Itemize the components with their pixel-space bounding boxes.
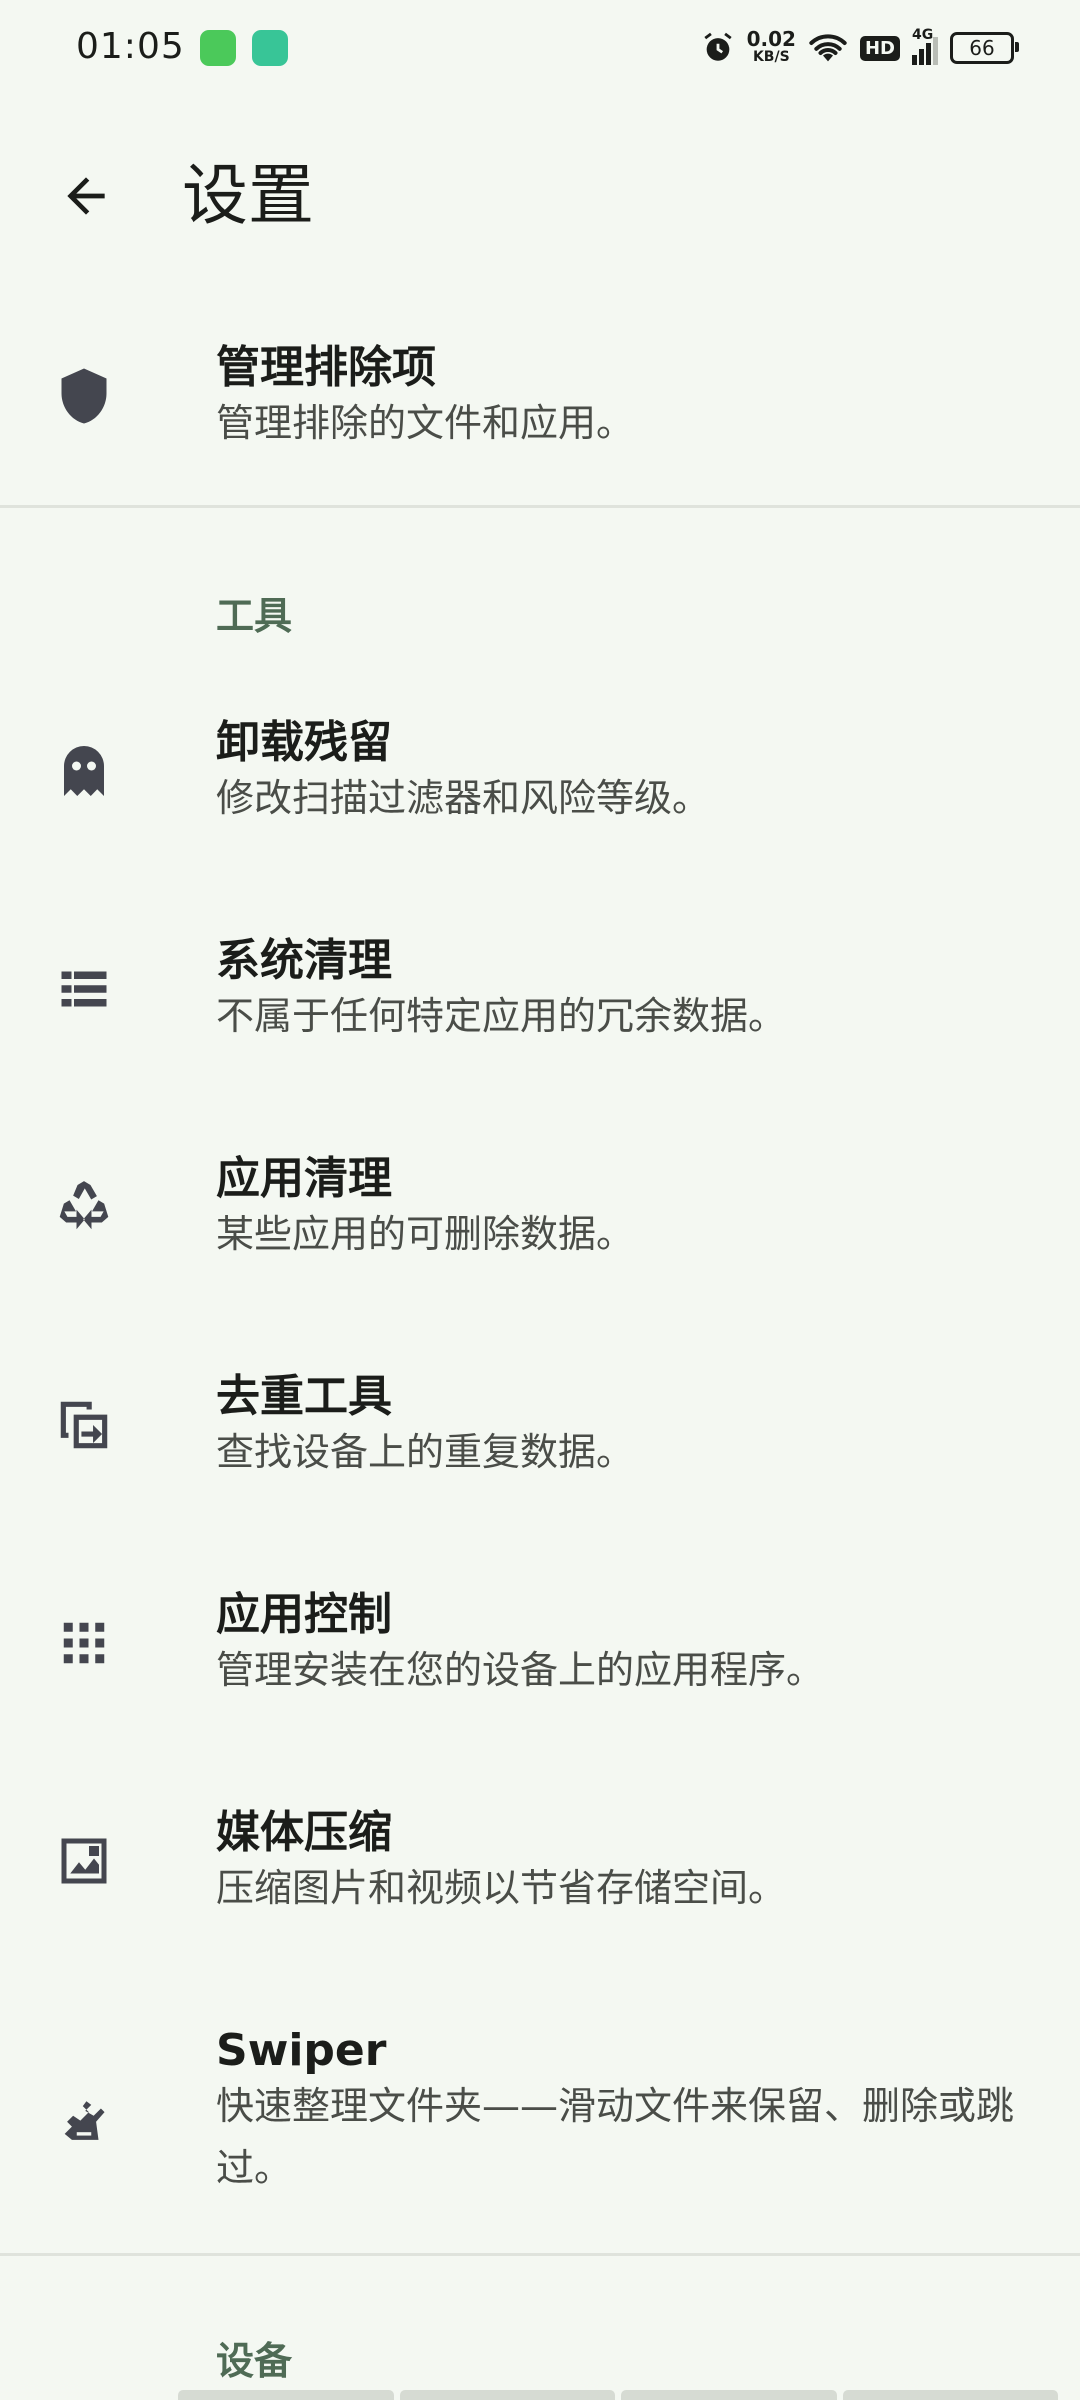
messages-notification-icon <box>200 30 236 66</box>
divider <box>0 2253 1080 2256</box>
page-title: 设置 <box>182 157 314 234</box>
settings-item-corpse-finder[interactable]: 卸载残留 修改扫描过滤器和风险等级。 <box>0 705 1080 875</box>
status-bar: 01:05 0.02 KB/S HD 4G 66 <box>0 0 1080 96</box>
network-type-label: 4G <box>912 27 934 43</box>
item-title: 应用控制 <box>216 1589 392 1640</box>
item-subtitle: 压缩图片和视频以节省存储空间。 <box>216 1866 787 1910</box>
battery-icon: 66 <box>950 32 1019 64</box>
hd-badge: HD <box>859 35 900 61</box>
arrow-back-icon <box>67 177 105 215</box>
settings-item-deduplicator[interactable]: 去重工具 查找设备上的重复数据。 <box>0 1359 1080 1529</box>
image-icon <box>44 1821 124 1901</box>
top-app-bar: 设置 <box>0 96 1080 296</box>
scroll-indicator <box>178 2390 1058 2400</box>
item-subtitle: 修改扫描过滤器和风险等级。 <box>216 776 711 820</box>
network-speed-unit: KB/S <box>752 49 790 65</box>
settings-item-system-cleaner[interactable]: 系统清理 不属于任何特定应用的冗余数据。 <box>0 923 1080 1093</box>
item-subtitle: 不属于任何特定应用的冗余数据。 <box>216 994 787 1038</box>
item-title: 去重工具 <box>216 1371 392 1422</box>
battery-level: 66 <box>969 36 995 60</box>
settings-item-media-compression[interactable]: 媒体压缩 压缩图片和视频以节省存储空间。 <box>0 1795 1080 1965</box>
item-title: 管理排除项 <box>216 342 436 393</box>
apps-grid-icon <box>44 1603 124 1683</box>
back-button[interactable] <box>46 156 126 236</box>
item-title: Swiper <box>216 2025 387 2076</box>
item-title: 应用清理 <box>216 1153 392 1204</box>
money-app-notification-icon <box>252 30 288 66</box>
settings-item-swiper[interactable]: Swiper 快速整理文件夹——滑动文件来保留、删除或跳过。 <box>0 2013 1080 2223</box>
duplicate-icon <box>44 1385 124 1465</box>
settings-item-exclusions[interactable]: 管理排除项 管理排除的文件和应用。 <box>0 330 1080 490</box>
ghost-icon <box>44 731 124 811</box>
cellular-signal-icon: 4G <box>912 27 938 65</box>
item-subtitle: 快速整理文件夹——滑动文件来保留、删除或跳过。 <box>216 2084 1015 2190</box>
network-speed: 0.02 KB/S <box>747 29 796 66</box>
item-subtitle: 查找设备上的重复数据。 <box>216 1430 635 1474</box>
item-subtitle: 某些应用的可删除数据。 <box>216 1212 635 1256</box>
item-title: 系统清理 <box>216 935 392 986</box>
item-subtitle: 管理安装在您的设备上的应用程序。 <box>216 1648 825 1692</box>
status-time: 01:05 <box>76 26 185 67</box>
item-title: 卸载残留 <box>216 717 392 768</box>
swipe-icon <box>44 2083 124 2163</box>
list-icon <box>44 949 124 1029</box>
settings-item-app-control[interactable]: 应用控制 管理安装在您的设备上的应用程序。 <box>0 1577 1080 1747</box>
divider <box>0 505 1080 508</box>
section-header-tools: 工具 <box>216 594 293 638</box>
item-title: 媒体压缩 <box>216 1807 392 1858</box>
status-indicators: 0.02 KB/S HD 4G 66 <box>701 26 1019 70</box>
section-header-device: 设备 <box>216 2339 293 2383</box>
alarm-icon <box>701 31 735 65</box>
recycle-icon <box>44 1167 124 1247</box>
shield-icon <box>44 356 124 436</box>
settings-item-app-cleaner[interactable]: 应用清理 某些应用的可删除数据。 <box>0 1141 1080 1311</box>
wifi-icon <box>808 31 848 65</box>
item-subtitle: 管理排除的文件和应用。 <box>216 401 635 445</box>
